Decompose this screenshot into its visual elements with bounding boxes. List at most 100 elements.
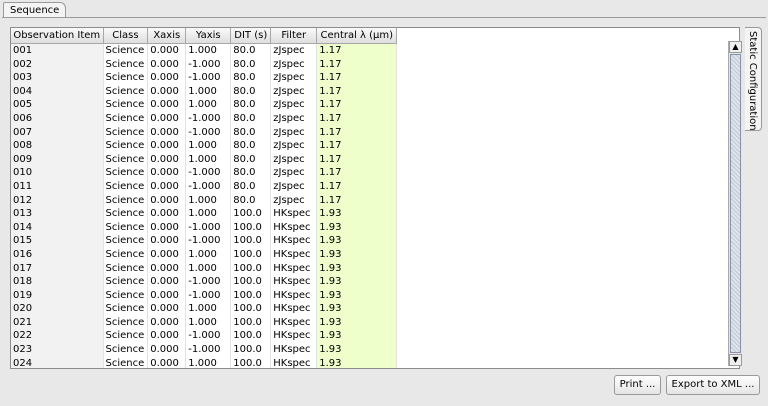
cell-central-wavelength[interactable]: 1.93 [316, 315, 398, 330]
cell-yaxis[interactable]: -1.000 [185, 220, 232, 235]
arrow-up-icon[interactable]: ▲ [729, 41, 742, 53]
cell-dit[interactable]: 100.0 [230, 356, 272, 368]
cell-class[interactable]: Science [103, 193, 149, 208]
cell-xaxis[interactable]: 0.000 [147, 179, 187, 194]
cell-observation-item[interactable]: 005 [11, 98, 104, 112]
cell-dit[interactable]: 80.0 [230, 71, 272, 85]
table-row[interactable]: 017 Science 0.000 1.000 100.0 HKspec 1.93 [11, 261, 398, 276]
cell-central-wavelength[interactable]: 1.17 [316, 125, 398, 140]
cell-dit[interactable]: 100.0 [230, 315, 272, 330]
cell-observation-item[interactable]: 018 [11, 275, 104, 289]
cell-observation-item[interactable]: 020 [11, 302, 104, 316]
column-header-yaxis[interactable]: Yaxis [185, 28, 232, 44]
cell-yaxis[interactable]: 1.000 [185, 193, 232, 208]
cell-central-wavelength[interactable]: 1.17 [316, 179, 398, 194]
cell-class[interactable]: Science [103, 139, 149, 153]
cell-observation-item[interactable]: 021 [11, 315, 104, 330]
column-header-observation-item[interactable]: Observation Item [11, 28, 104, 44]
cell-xaxis[interactable]: 0.000 [147, 71, 187, 85]
cell-yaxis[interactable]: -1.000 [185, 111, 232, 126]
cell-filter[interactable]: HKspec [270, 356, 318, 368]
cell-yaxis[interactable]: 1.000 [185, 302, 232, 316]
export-xml-button[interactable]: Export to XML ... [666, 375, 760, 395]
table-row[interactable]: 012 Science 0.000 1.000 80.0 zJspec 1.17 [11, 193, 398, 208]
cell-xaxis[interactable]: 0.000 [147, 207, 187, 221]
cell-class[interactable]: Science [103, 247, 149, 262]
cell-class[interactable]: Science [103, 234, 149, 248]
cell-filter[interactable]: HKspec [270, 315, 318, 330]
cell-class[interactable]: Science [103, 71, 149, 85]
column-header-dit[interactable]: DIT (s) [230, 28, 272, 44]
cell-xaxis[interactable]: 0.000 [147, 125, 187, 140]
cell-filter[interactable]: HKspec [270, 247, 318, 262]
cell-observation-item[interactable]: 019 [11, 288, 104, 303]
cell-central-wavelength[interactable]: 1.17 [316, 152, 398, 167]
table-row[interactable]: 007 Science 0.000 -1.000 80.0 zJspec 1.17 [11, 125, 398, 140]
cell-class[interactable]: Science [103, 275, 149, 289]
cell-dit[interactable]: 100.0 [230, 234, 272, 248]
print-button[interactable]: Print ... [614, 375, 661, 395]
cell-xaxis[interactable]: 0.000 [147, 166, 187, 180]
cell-observation-item[interactable]: 010 [11, 166, 104, 180]
cell-observation-item[interactable]: 013 [11, 207, 104, 221]
cell-observation-item[interactable]: 011 [11, 179, 104, 194]
cell-yaxis[interactable]: -1.000 [185, 234, 232, 248]
cell-dit[interactable]: 80.0 [230, 193, 272, 208]
cell-dit[interactable]: 80.0 [230, 84, 272, 99]
cell-yaxis[interactable]: 1.000 [185, 261, 232, 276]
table-row[interactable]: 011 Science 0.000 -1.000 80.0 zJspec 1.17 [11, 179, 398, 194]
cell-central-wavelength[interactable]: 1.17 [316, 84, 398, 99]
vertical-scrollbar[interactable]: ▲ ▼ [728, 41, 742, 366]
arrow-down-icon[interactable]: ▼ [729, 354, 742, 366]
cell-observation-item[interactable]: 009 [11, 152, 104, 167]
cell-yaxis[interactable]: 1.000 [185, 43, 232, 58]
column-header-xaxis[interactable]: Xaxis [147, 28, 187, 44]
cell-dit[interactable]: 100.0 [230, 329, 272, 344]
cell-xaxis[interactable]: 0.000 [147, 57, 187, 72]
cell-filter[interactable]: HKspec [270, 207, 318, 221]
cell-central-wavelength[interactable]: 1.17 [316, 98, 398, 112]
cell-yaxis[interactable]: 1.000 [185, 356, 232, 368]
cell-dit[interactable]: 80.0 [230, 139, 272, 153]
table-row[interactable]: 016 Science 0.000 1.000 100.0 HKspec 1.93 [11, 247, 398, 262]
cell-xaxis[interactable]: 0.000 [147, 261, 187, 276]
cell-class[interactable]: Science [103, 125, 149, 140]
cell-dit[interactable]: 80.0 [230, 98, 272, 112]
cell-xaxis[interactable]: 0.000 [147, 288, 187, 303]
cell-filter[interactable]: zJspec [270, 71, 318, 85]
cell-filter[interactable]: HKspec [270, 288, 318, 303]
cell-xaxis[interactable]: 0.000 [147, 329, 187, 344]
table-row[interactable]: 004 Science 0.000 1.000 80.0 zJspec 1.17 [11, 84, 398, 99]
cell-central-wavelength[interactable]: 1.93 [316, 247, 398, 262]
cell-filter[interactable]: HKspec [270, 234, 318, 248]
cell-filter[interactable]: zJspec [270, 98, 318, 112]
cell-dit[interactable]: 100.0 [230, 275, 272, 289]
cell-xaxis[interactable]: 0.000 [147, 84, 187, 99]
cell-yaxis[interactable]: 1.000 [185, 207, 232, 221]
cell-xaxis[interactable]: 0.000 [147, 111, 187, 126]
cell-filter[interactable]: HKspec [270, 302, 318, 316]
column-header-central-wavelength[interactable]: Central λ (μm) [316, 28, 398, 44]
table-row[interactable]: 008 Science 0.000 1.000 80.0 zJspec 1.17 [11, 139, 398, 153]
cell-filter[interactable]: zJspec [270, 139, 318, 153]
cell-central-wavelength[interactable]: 1.93 [316, 343, 398, 357]
cell-xaxis[interactable]: 0.000 [147, 247, 187, 262]
cell-xaxis[interactable]: 0.000 [147, 152, 187, 167]
cell-class[interactable]: Science [103, 220, 149, 235]
cell-yaxis[interactable]: -1.000 [185, 125, 232, 140]
tab-sequence[interactable]: Sequence [3, 2, 67, 18]
cell-class[interactable]: Science [103, 98, 149, 112]
cell-class[interactable]: Science [103, 329, 149, 344]
cell-observation-item[interactable]: 003 [11, 71, 104, 85]
cell-yaxis[interactable]: -1.000 [185, 288, 232, 303]
cell-observation-item[interactable]: 017 [11, 261, 104, 276]
cell-xaxis[interactable]: 0.000 [147, 43, 187, 58]
cell-filter[interactable]: zJspec [270, 193, 318, 208]
table-row[interactable]: 006 Science 0.000 -1.000 80.0 zJspec 1.17 [11, 111, 398, 126]
table-row[interactable]: 022 Science 0.000 -1.000 100.0 HKspec 1.93 [11, 329, 398, 344]
cell-central-wavelength[interactable]: 1.93 [316, 356, 398, 368]
cell-observation-item[interactable]: 002 [11, 57, 104, 72]
table-row[interactable]: 003 Science 0.000 -1.000 80.0 zJspec 1.17 [11, 71, 398, 85]
cell-central-wavelength[interactable]: 1.17 [316, 193, 398, 208]
cell-filter[interactable]: zJspec [270, 43, 318, 58]
